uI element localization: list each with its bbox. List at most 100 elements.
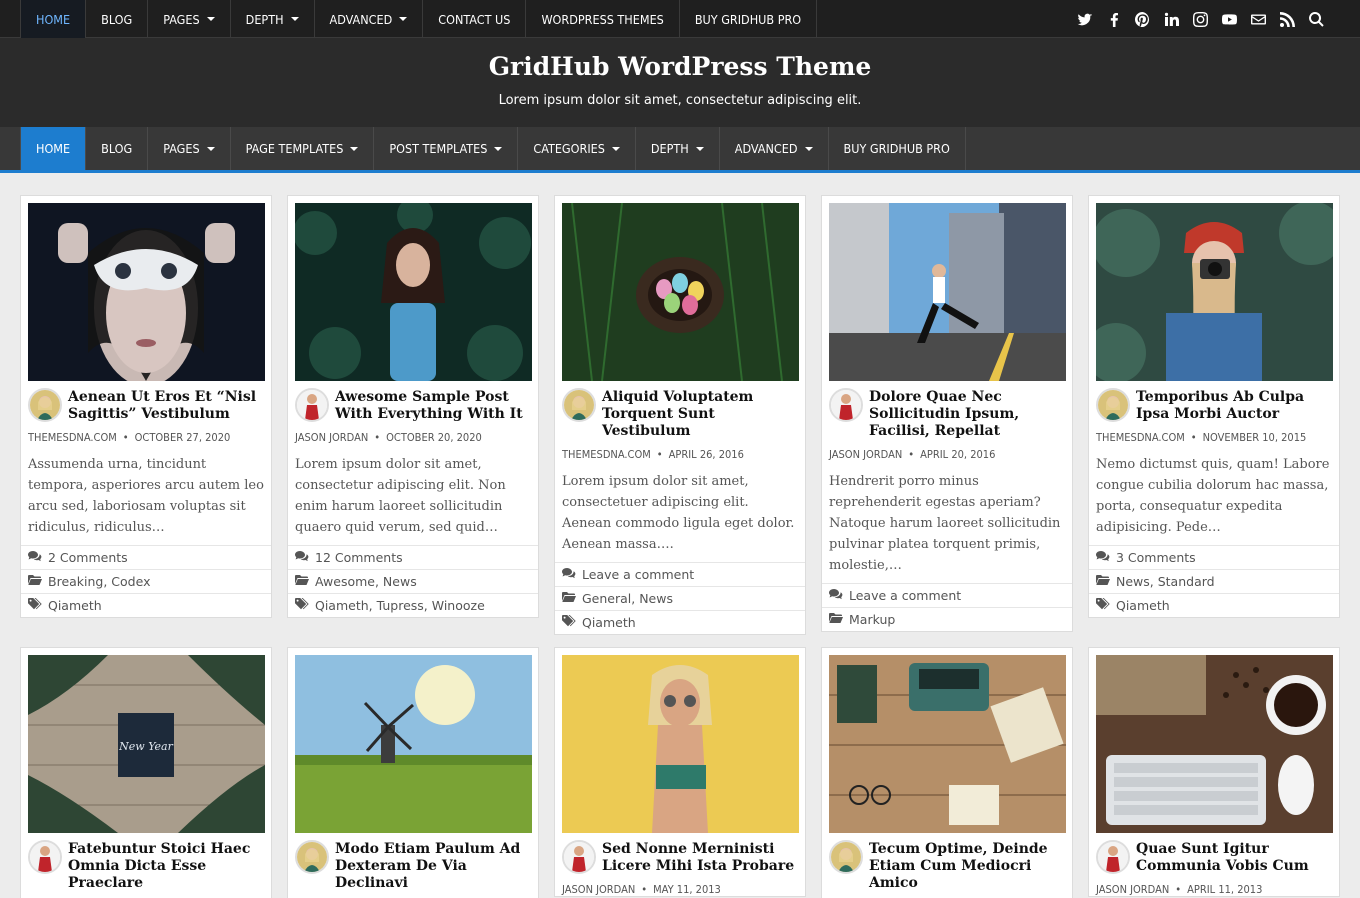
- author-avatar[interactable]: [829, 388, 863, 422]
- comments-link[interactable]: 3 Comments: [1116, 550, 1196, 565]
- rss-icon[interactable]: [1280, 11, 1295, 27]
- post-author[interactable]: Jason Jordan: [1096, 883, 1169, 896]
- post-thumbnail[interactable]: [295, 203, 532, 381]
- post-date[interactable]: April 26, 2016: [669, 448, 744, 461]
- post-title[interactable]: Dolore Quae Nec Sollicitudin Ipsum, Faci…: [869, 389, 1065, 440]
- post-title[interactable]: Awesome Sample Post With Everything With…: [335, 389, 531, 423]
- post-excerpt: Lorem ipsum dolor sit amet, consectetuer…: [562, 474, 795, 552]
- post-thumbnail[interactable]: [562, 203, 799, 381]
- author-avatar[interactable]: [28, 840, 62, 874]
- topnav-item-blog[interactable]: Blog: [86, 0, 149, 38]
- chevron-down-icon: [206, 146, 215, 151]
- post-title[interactable]: Fatebuntur Stoici Haec Omnia Dicta Esse …: [68, 841, 264, 892]
- comments-link[interactable]: Leave a comment: [849, 588, 961, 603]
- post-date[interactable]: May 11, 2013: [653, 883, 721, 896]
- author-avatar[interactable]: [295, 840, 329, 874]
- post-card: Quae Sunt Igitur Communia Vobis Cum Jason…: [1088, 647, 1340, 897]
- post-categories: News, Standard: [1089, 569, 1339, 593]
- category-links[interactable]: Awesome, News: [315, 574, 417, 589]
- tag-links[interactable]: Qiameth, Tupress, Winooze: [315, 598, 485, 613]
- post-author[interactable]: themesdna.com: [28, 431, 117, 444]
- comments-link[interactable]: 2 Comments: [48, 550, 128, 565]
- post-date[interactable]: October 20, 2020: [386, 431, 482, 444]
- post-tags: Qiameth: [555, 610, 805, 634]
- author-avatar[interactable]: [562, 388, 596, 422]
- email-icon[interactable]: [1251, 12, 1266, 27]
- category-links[interactable]: Breaking, Codex: [48, 574, 150, 589]
- post-author[interactable]: Jason Jordan: [295, 431, 368, 444]
- category-links[interactable]: General, News: [582, 591, 673, 606]
- post-thumbnail[interactable]: [829, 203, 1066, 381]
- topnav-item-label: Pages: [163, 11, 200, 27]
- post-excerpt: Lorem ipsum dolor sit amet, consectetur …: [295, 457, 506, 535]
- post-title[interactable]: Quae Sunt Igitur Communia Vobis Cum: [1136, 841, 1332, 875]
- mainnav-item-advanced[interactable]: Advanced: [720, 127, 829, 170]
- post-thumbnail[interactable]: New Year: [28, 655, 265, 833]
- post-meta: themesdna.com • October 27, 2020: [28, 431, 264, 444]
- mainnav-item-page-templates[interactable]: Page Templates: [231, 127, 375, 170]
- mainnav-item-label: Pages: [163, 141, 200, 156]
- post-tags: Qiameth: [21, 593, 271, 617]
- post-title[interactable]: Temporibus Ab Culpa Ipsa Morbi Auctor: [1136, 389, 1332, 423]
- twitter-icon[interactable]: [1077, 12, 1092, 27]
- instagram-icon[interactable]: [1193, 11, 1208, 27]
- post-date[interactable]: April 20, 2016: [920, 448, 995, 461]
- mainnav-item-blog[interactable]: Blog: [86, 127, 149, 170]
- site-title[interactable]: GridHub WordPress Theme: [0, 52, 1360, 81]
- mainnav-item-depth[interactable]: Depth: [636, 127, 720, 170]
- topnav-item-wordpress-themes[interactable]: WordPress Themes: [526, 0, 680, 38]
- post-thumbnail[interactable]: [829, 655, 1066, 833]
- post-title[interactable]: Modo Etiam Paulum Ad Dexteram De Via Dec…: [335, 841, 531, 892]
- topnav-item-label: Blog: [101, 11, 133, 27]
- search-icon[interactable]: [1309, 11, 1324, 27]
- post-thumbnail[interactable]: [1096, 655, 1333, 833]
- mainnav-item-post-templates[interactable]: Post Templates: [374, 127, 519, 170]
- post-date[interactable]: April 11, 2013: [1187, 883, 1262, 896]
- post-thumbnail[interactable]: [295, 655, 532, 833]
- post-author[interactable]: themesdna.com: [1096, 431, 1185, 444]
- linkedin-icon[interactable]: [1164, 12, 1179, 27]
- post-title[interactable]: Aliquid Voluptatem Torquent Sunt Vestibu…: [602, 389, 798, 440]
- post-date[interactable]: November 10, 2015: [1203, 431, 1307, 444]
- post-card: Tecum Optime, Deinde Etiam Cum Mediocri …: [821, 647, 1073, 898]
- tag-icon: [1096, 598, 1116, 613]
- category-links[interactable]: News, Standard: [1116, 574, 1215, 589]
- author-avatar[interactable]: [1096, 840, 1130, 874]
- comments-link[interactable]: Leave a comment: [582, 567, 694, 582]
- tag-links[interactable]: Qiameth: [582, 615, 636, 630]
- youtube-icon[interactable]: [1222, 12, 1237, 27]
- post-author[interactable]: themesdna.com: [562, 448, 651, 461]
- post-excerpt: Assumenda urna, tincidunt tempora, asper…: [28, 457, 264, 535]
- topnav-item-contact-us[interactable]: Contact Us: [423, 0, 527, 38]
- post-title[interactable]: Aenean Ut Eros Et “Nisl Sagittis” Vestib…: [68, 389, 264, 423]
- category-links[interactable]: Markup: [849, 612, 895, 627]
- post-author[interactable]: Jason Jordan: [829, 448, 902, 461]
- post-thumbnail[interactable]: [1096, 203, 1333, 381]
- comments-link[interactable]: 12 Comments: [315, 550, 403, 565]
- mainnav-item-categories[interactable]: Categories: [518, 127, 636, 170]
- author-avatar[interactable]: [829, 840, 863, 874]
- mainnav-item-pages[interactable]: Pages: [148, 127, 231, 170]
- topnav-item-pages[interactable]: Pages: [148, 0, 231, 38]
- topnav-item-depth[interactable]: Depth: [231, 0, 315, 38]
- post-title[interactable]: Tecum Optime, Deinde Etiam Cum Mediocri …: [869, 841, 1065, 892]
- mainnav-item-home[interactable]: Home: [20, 127, 87, 170]
- author-avatar[interactable]: [562, 840, 596, 874]
- tag-links[interactable]: Qiameth: [48, 598, 102, 613]
- author-avatar[interactable]: [28, 388, 62, 422]
- post-title[interactable]: Sed Nonne Merninisti Licere Mihi Ista Pr…: [602, 841, 798, 875]
- author-avatar[interactable]: [1096, 388, 1130, 422]
- folder-icon: [829, 612, 849, 627]
- topnav-item-home[interactable]: Home: [20, 0, 87, 38]
- tag-links[interactable]: Qiameth: [1116, 598, 1170, 613]
- post-thumbnail[interactable]: [28, 203, 265, 381]
- topnav-item-buy-gridhub-pro[interactable]: Buy GridHub Pro: [680, 0, 818, 38]
- mainnav-item-buy-gridhub-pro[interactable]: Buy GridHub Pro: [829, 127, 966, 170]
- topnav-item-advanced[interactable]: Advanced: [315, 0, 424, 38]
- facebook-icon[interactable]: [1106, 12, 1121, 27]
- post-author[interactable]: Jason Jordan: [562, 883, 635, 896]
- author-avatar[interactable]: [295, 388, 329, 422]
- pinterest-icon[interactable]: [1135, 11, 1150, 27]
- post-thumbnail[interactable]: [562, 655, 799, 833]
- post-date[interactable]: October 27, 2020: [135, 431, 231, 444]
